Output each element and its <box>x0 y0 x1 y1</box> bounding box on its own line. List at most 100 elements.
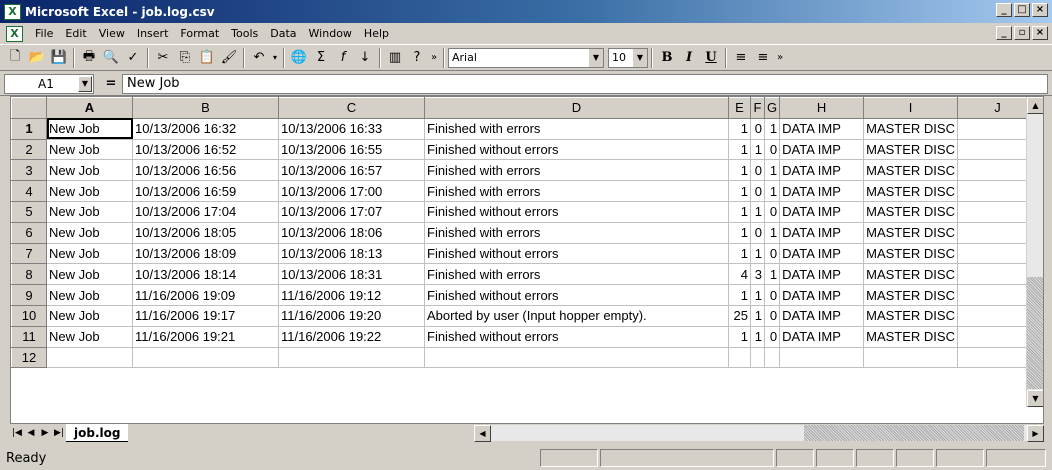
cell-f8[interactable]: 3 <box>750 263 765 286</box>
cell-i4[interactable]: MASTER DISC <box>863 180 958 202</box>
cell-d5[interactable]: Finished without errors <box>424 200 729 223</box>
scroll-right-icon[interactable]: ▶ <box>1027 425 1044 442</box>
doc-restore-button[interactable]: ▫ <box>1014 26 1030 40</box>
cell-g8[interactable]: 1 <box>763 263 781 286</box>
next-sheet-icon[interactable]: ▶ <box>38 425 52 441</box>
cell-g2[interactable]: 0 <box>763 138 781 161</box>
minimize-button[interactable]: _ <box>996 3 1012 17</box>
cell-g3[interactable]: 1 <box>763 159 781 182</box>
cell-a8[interactable]: New Job <box>46 263 133 286</box>
cell-a5[interactable]: New Job <box>46 200 133 223</box>
cell-b2[interactable]: 10/13/2006 16:52 <box>132 138 279 161</box>
new-icon[interactable]: 🗋 <box>4 47 26 69</box>
horizontal-scrollbar[interactable]: ◀ ▶ <box>474 425 1044 442</box>
row-header[interactable]: 1 <box>11 117 47 140</box>
row-header[interactable]: 11 <box>11 325 47 348</box>
cell-g9[interactable]: 0 <box>763 284 781 306</box>
cell-e5[interactable]: 1 <box>728 200 751 223</box>
cell-e7[interactable]: 1 <box>728 242 751 265</box>
cell-h2[interactable]: DATA IMP <box>779 138 865 161</box>
autosum-icon[interactable]: Σ <box>310 47 332 69</box>
cell-c5[interactable]: 10/13/2006 17:07 <box>278 200 425 223</box>
cell-b5[interactable]: 10/13/2006 17:04 <box>132 200 279 223</box>
row-header[interactable]: 8 <box>11 263 47 286</box>
italic-button[interactable]: I <box>678 47 700 69</box>
last-sheet-icon[interactable]: ▶| <box>52 425 66 441</box>
cell-d11[interactable]: Finished without errors <box>424 325 729 348</box>
cell-h9[interactable]: DATA IMP <box>779 284 865 306</box>
cell-b4[interactable]: 10/13/2006 16:59 <box>132 180 279 202</box>
cell-a9[interactable]: New Job <box>46 284 133 306</box>
menu-file[interactable]: File <box>29 27 59 40</box>
cell-d4[interactable]: Finished with errors <box>424 180 729 202</box>
cell-a11[interactable]: New Job <box>46 325 133 348</box>
cell-e9[interactable]: 1 <box>728 284 751 306</box>
cell-c9[interactable]: 11/16/2006 19:12 <box>278 284 425 306</box>
function-icon[interactable]: f <box>332 47 354 69</box>
cell-b8[interactable]: 10/13/2006 18:14 <box>132 263 279 286</box>
name-box[interactable]: A1 ▼ <box>4 73 94 94</box>
cell-i2[interactable]: MASTER DISC <box>863 138 958 161</box>
copy-icon[interactable]: ⎘ <box>174 47 196 69</box>
cell-i11[interactable]: MASTER DISC <box>863 325 958 348</box>
help-icon[interactable]: ? <box>406 47 428 69</box>
cell-e6[interactable]: 1 <box>728 221 751 244</box>
align-left-icon[interactable]: ≡ <box>730 47 752 69</box>
cell-c4[interactable]: 10/13/2006 17:00 <box>278 180 425 202</box>
cell-g7[interactable]: 0 <box>763 242 781 265</box>
cell-h8[interactable]: DATA IMP <box>779 263 865 286</box>
cell-e3[interactable]: 1 <box>728 159 751 182</box>
cell-g10[interactable]: 0 <box>763 304 781 327</box>
title-bar[interactable]: X Microsoft Excel - job.log.csv _ □ × <box>0 0 1052 23</box>
cell-e11[interactable]: 1 <box>728 325 751 348</box>
row-header[interactable]: 9 <box>11 284 47 306</box>
close-button[interactable]: × <box>1032 3 1048 17</box>
menu-view[interactable]: View <box>93 27 131 40</box>
column-header-i[interactable]: I <box>863 97 958 119</box>
cell-a1[interactable]: New Job <box>46 117 133 140</box>
column-header-f[interactable]: F <box>750 97 765 119</box>
cell-h3[interactable]: DATA IMP <box>779 159 865 182</box>
cell-g1[interactable]: 1 <box>763 117 781 140</box>
sort-ascending-icon[interactable]: ↓ <box>354 47 376 69</box>
cell-a4[interactable]: New Job <box>46 180 133 202</box>
cell-d3[interactable]: Finished with errors <box>424 159 729 182</box>
font-size-select[interactable]: 10 ▼ <box>608 47 648 68</box>
cell-b11[interactable]: 11/16/2006 19:21 <box>132 325 279 348</box>
vertical-scroll-thumb[interactable] <box>1027 277 1043 389</box>
row-header[interactable]: 10 <box>11 304 47 327</box>
cell-c8[interactable]: 10/13/2006 18:31 <box>278 263 425 286</box>
row-header[interactable]: 2 <box>11 138 47 161</box>
cell-g6[interactable]: 1 <box>763 221 781 244</box>
cell-i12[interactable] <box>863 346 958 369</box>
cell-i1[interactable]: MASTER DISC <box>863 117 958 140</box>
cell-f2[interactable]: 1 <box>750 138 765 161</box>
cell-h5[interactable]: DATA IMP <box>779 200 865 223</box>
document-icon[interactable]: X <box>6 25 23 42</box>
cell-e10[interactable]: 25 <box>728 304 751 327</box>
scroll-left-icon[interactable]: ◀ <box>474 425 491 442</box>
menu-data[interactable]: Data <box>264 27 302 40</box>
cell-f5[interactable]: 1 <box>750 200 765 223</box>
toolbar-options-icon[interactable]: » <box>428 47 440 69</box>
cell-b12[interactable] <box>132 346 279 369</box>
cell-b7[interactable]: 10/13/2006 18:09 <box>132 242 279 265</box>
row-header[interactable]: 5 <box>11 200 47 223</box>
cell-i9[interactable]: MASTER DISC <box>863 284 958 306</box>
print-icon[interactable]: 🖶 <box>78 47 100 69</box>
column-header-b[interactable]: B <box>132 97 279 119</box>
cut-icon[interactable]: ✂ <box>152 47 174 69</box>
cell-f7[interactable]: 1 <box>750 242 765 265</box>
cell-a7[interactable]: New Job <box>46 242 133 265</box>
chevron-down-icon[interactable]: ▼ <box>78 75 92 92</box>
bold-button[interactable]: B <box>656 47 678 69</box>
cell-f6[interactable]: 0 <box>750 221 765 244</box>
row-header[interactable]: 12 <box>11 346 47 369</box>
formula-input[interactable]: New Job <box>122 73 1048 94</box>
cell-f4[interactable]: 0 <box>750 180 765 202</box>
row-header[interactable]: 7 <box>11 242 47 265</box>
cell-a2[interactable]: New Job <box>46 138 133 161</box>
undo-dropdown-icon[interactable]: ▾ <box>270 47 280 69</box>
cell-d6[interactable]: Finished with errors <box>424 221 729 244</box>
prev-sheet-icon[interactable]: ◀ <box>24 425 38 441</box>
